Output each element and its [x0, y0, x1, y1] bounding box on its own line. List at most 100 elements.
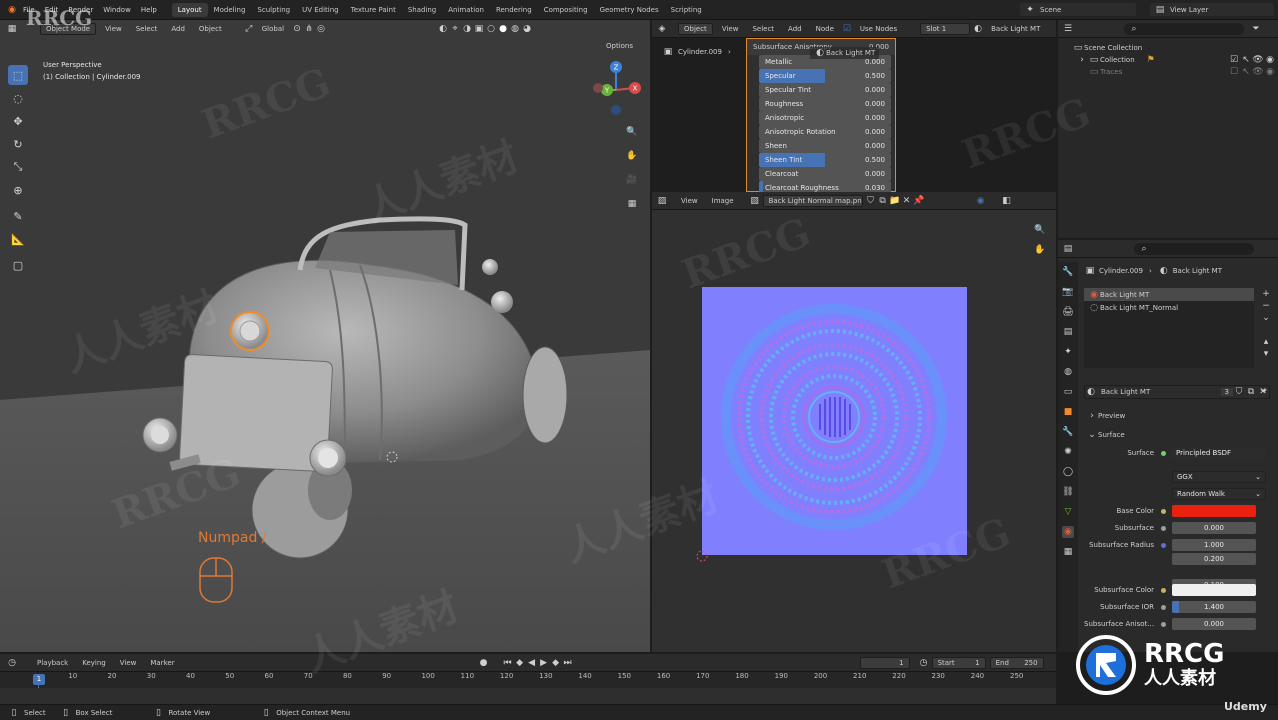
pan-hand-icon[interactable]: ✋ [626, 150, 638, 162]
subsurface-color-swatch[interactable] [1172, 584, 1256, 596]
surface-shader-field[interactable]: Principled BSDF [1172, 447, 1266, 459]
blender-logo-icon[interactable]: ◉ [0, 4, 18, 16]
grid-icon[interactable]: ▦ [626, 198, 638, 210]
texture-tab-icon[interactable]: ▦ [1062, 546, 1074, 558]
3d-viewport[interactable]: ▦ Object Mode View Select Add Object ⤢ G… [0, 20, 650, 652]
play-icon[interactable]: ▶ [538, 657, 550, 669]
properties-editor-icon[interactable]: ▤ [1062, 243, 1074, 255]
navigation-gizmo[interactable]: Z X Y [590, 60, 646, 120]
scale-tool-icon[interactable]: ⤡ [8, 157, 28, 177]
shader-menu-view[interactable]: View [717, 24, 744, 34]
viewport-menu-view[interactable]: View [100, 24, 127, 34]
display-channels-icon[interactable]: ◧ [1001, 195, 1013, 207]
node-input-row[interactable]: Anisotropic Rotation 0.000 [759, 125, 891, 139]
jump-end-icon[interactable]: ⏭ [562, 657, 574, 669]
timeline-menu-keying[interactable]: Keying [77, 658, 111, 668]
outliner-editor-icon[interactable]: ☰ [1062, 23, 1074, 35]
material-name-field[interactable]: Back Light MT [1101, 388, 1150, 396]
viewport-menu-add[interactable]: Add [166, 24, 190, 34]
outliner-collection-row[interactable]: › ▭ Collection ⚑ ☑ ↖ 👁 ◉ [1076, 54, 1276, 66]
transform-tool-icon[interactable]: ⊕ [8, 180, 28, 200]
shader-menu-node[interactable]: Node [811, 24, 839, 34]
eye-icon[interactable]: 👁 [1252, 54, 1264, 66]
tab-scripting[interactable]: Scripting [665, 3, 708, 17]
camera-icon[interactable]: 🎥 [626, 174, 638, 186]
tab-modeling[interactable]: Modeling [208, 3, 252, 17]
outliner-search-input[interactable]: ⌕ [1124, 23, 1244, 35]
tab-layout[interactable]: Layout [171, 2, 208, 17]
timeline-menu-view[interactable]: View [115, 658, 142, 668]
outliner[interactable]: ☰ ⌕ ⏷ ▭ Scene Collection › ▭ Collection … [1058, 20, 1278, 238]
shader-menu-add[interactable]: Add [783, 24, 807, 34]
xray-toggle-icon[interactable]: ▣ [473, 23, 485, 35]
gizmo-toggle-icon[interactable]: ⌖ [449, 23, 461, 35]
base-color-swatch[interactable] [1172, 505, 1256, 517]
particles-tab-icon[interactable]: ✺ [1062, 446, 1074, 458]
traces-select-icon[interactable]: ↖ [1240, 66, 1252, 78]
material-datablock[interactable]: ◐ Back Light MT 3 ⛉ ⧉ ✕ [1084, 385, 1270, 399]
physics-tab-icon[interactable]: ◯ [1062, 466, 1074, 478]
checkbox-icon[interactable]: ☑ [1228, 54, 1240, 66]
outliner-traces-row[interactable]: ▭ Traces ☐ ↖ 👁 ◉ [1088, 66, 1276, 78]
shader-menu-select[interactable]: Select [747, 24, 779, 34]
new-image-icon[interactable]: ⧉ [877, 195, 889, 207]
image-pan-icon[interactable]: ✋ [1034, 244, 1046, 256]
tab-geometry-nodes[interactable]: Geometry Nodes [594, 3, 665, 17]
fake-user-shield-icon[interactable]: ⛉ [1233, 386, 1245, 398]
node-input-row[interactable]: Specular Tint 0.000 [759, 83, 891, 97]
modifier-tab-icon[interactable]: 🔧 [1062, 426, 1074, 438]
add-cube-tool-icon[interactable]: ▢ [8, 255, 28, 275]
image-menu-view[interactable]: View [676, 196, 703, 206]
tool-tab-icon[interactable]: 🔧 [1062, 266, 1074, 278]
current-frame-field[interactable]: 1 [859, 656, 910, 669]
measure-tool-icon[interactable]: 📐 [8, 229, 28, 249]
subsurface-method-dropdown[interactable]: Random Walk ⌄ [1172, 488, 1266, 500]
duplicate-material-icon[interactable]: ⧉ [1245, 386, 1257, 398]
preview-panel-header[interactable]: › Preview [1086, 410, 1125, 422]
use-nodes-checkbox-icon[interactable]: ☑ [841, 23, 853, 35]
prev-key-icon[interactable]: ◆ [514, 657, 526, 669]
editor-type-icon[interactable]: ▦ [6, 23, 18, 35]
options-button[interactable]: Options [606, 42, 633, 50]
use-nodes-label[interactable]: Use Nodes [855, 24, 902, 34]
playhead[interactable]: 1 [33, 674, 45, 685]
image-name-field[interactable]: Back Light Normal map.png [762, 194, 863, 207]
wireframe-shading-icon[interactable]: ○ [485, 23, 497, 35]
pivot-icon[interactable]: ⊙ [291, 23, 303, 35]
radius-y-field[interactable]: 0.200 [1172, 553, 1256, 565]
add-slot-icon[interactable]: + [1260, 288, 1272, 300]
shader-editor[interactable]: ◈ Object View Select Add Node ☑ Use Node… [652, 20, 1056, 192]
image-editor[interactable]: ▨ View Image ▧ Back Light Normal map.png… [652, 192, 1056, 652]
rendered-shading-icon[interactable]: ◕ [521, 23, 533, 35]
material-name[interactable]: Back Light MT [986, 24, 1045, 34]
menu-file[interactable]: File [18, 6, 40, 14]
traces-checkbox-icon[interactable]: ☐ [1228, 66, 1240, 78]
mode-dropdown[interactable]: Object Mode [40, 23, 97, 35]
node-input-row[interactable]: Sheen Tint 0.500 [759, 153, 891, 167]
subsurface-field[interactable]: 0.000 [1172, 522, 1256, 534]
output-tab-icon[interactable]: 🖨 [1062, 306, 1074, 318]
menu-edit[interactable]: Edit [40, 6, 64, 14]
select-arrow-icon[interactable]: ↖ [1240, 54, 1252, 66]
record-icon[interactable]: ● [478, 657, 490, 669]
tab-sculpting[interactable]: Sculpting [251, 3, 296, 17]
view-layer-tab-icon[interactable]: ▤ [1062, 326, 1074, 338]
open-image-icon[interactable]: 📁 [889, 195, 901, 207]
end-frame-field[interactable]: End 250 [989, 656, 1044, 669]
node-input-row[interactable]: Roughness 0.000 [759, 97, 891, 111]
tab-texture-paint[interactable]: Texture Paint [345, 3, 402, 17]
image-browse-icon[interactable]: ▧ [749, 195, 761, 207]
world-tab-icon[interactable]: ◍ [1062, 366, 1074, 378]
annotate-tool-icon[interactable]: ✎ [8, 206, 28, 226]
pin-icon[interactable]: 📌 [913, 195, 925, 207]
object-tab-icon[interactable]: ■ [1062, 406, 1074, 418]
image-zoom-icon[interactable]: 🔍 [1034, 224, 1046, 236]
timeline-track[interactable] [0, 688, 1056, 704]
remove-slot-icon[interactable]: − [1260, 300, 1272, 312]
snap-icon[interactable]: ⋔ [303, 23, 315, 35]
unlink-image-icon[interactable]: ✕ [901, 195, 913, 207]
node-input-row[interactable]: Sheen 0.000 [759, 139, 891, 153]
timeline-menu-playback[interactable]: Playback [32, 658, 73, 668]
subsurface-ior-field[interactable]: 1.400 [1172, 601, 1256, 613]
node-input-row[interactable]: Specular 0.500 [759, 69, 891, 83]
